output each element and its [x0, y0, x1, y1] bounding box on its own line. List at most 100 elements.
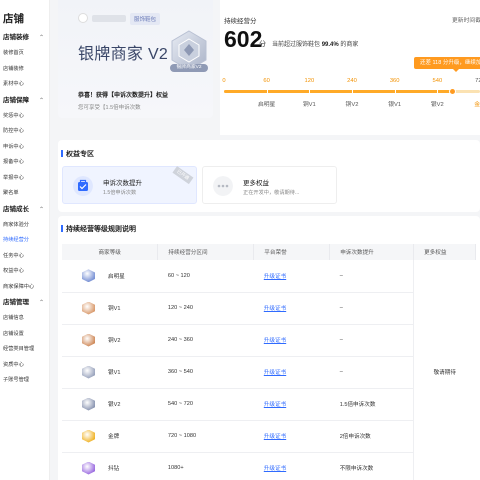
level-cell: 银V2 — [62, 388, 158, 421]
honor-cell: 升级证书 — [253, 452, 330, 480]
sidebar-item[interactable]: 素材中心 — [0, 77, 49, 93]
honor-cell: 升级证书 — [253, 292, 330, 325]
sidebar: 店铺 店铺装修 ⌃ 装修首页 店铺装修 素材中心 店铺保障 ⌃ 奖惩中心 防控中心 … — [0, 0, 50, 480]
score-range: 60 ~ 120 — [157, 260, 254, 293]
progress-tick-mark — [394, 89, 396, 94]
progress-tick-value: 0 — [222, 78, 226, 84]
table-row: 银V2 540 ~ 720 升级证书 1.5倍申诉次数 — [62, 388, 476, 421]
sidebar-item[interactable]: 报备中心 — [0, 155, 49, 171]
sidebar-item[interactable]: 权益中心 — [0, 264, 49, 280]
progress-tick-value: 540 — [432, 78, 443, 84]
progress-level-name: 铜V2 — [345, 102, 359, 108]
main-content: 服饰鞋包 银牌商家 V2 银牌商家V2 恭喜！获得【申诉次数提升】权益 您可享受… — [50, 0, 480, 480]
benefit-more-card[interactable]: 更多权益 正在开发中，敬请期待... — [202, 166, 337, 204]
table-row: 启明星 60 ~ 120 升级证书 – 敬请期待 — [62, 260, 476, 480]
score-range: 720 ~ 1080 — [157, 420, 254, 453]
appeal-boost: 不限申诉次数 — [329, 452, 414, 480]
score-percentile: 当前超过服饰鞋包 99.4% 的商家 — [272, 42, 359, 48]
sidebar-item[interactable]: 奖惩中心 — [0, 109, 49, 125]
level-title: 银牌商家 V2 — [78, 46, 169, 63]
congrats-message: 恭喜！获得【申诉次数提升】权益 — [78, 93, 169, 99]
sidebar-group-guarantee: 店铺保障 ⌃ 奖惩中心 防控中心 申诉中心 报备中心 举报中心 聚名单 — [0, 93, 49, 202]
more-benefit-cell: 敬请期待 — [413, 260, 476, 480]
certificate-link[interactable]: 升级证书 — [264, 338, 286, 344]
rules-section-title: 持续经营等级规则说明 — [61, 225, 136, 233]
certificate-link[interactable]: 升级证书 — [264, 402, 286, 408]
badge-label: 银牌商家V2 — [170, 64, 208, 72]
honor-cell: 升级证书 — [253, 420, 330, 453]
appeal-boost: – — [329, 324, 414, 357]
level-cell: 铜V1 — [62, 292, 158, 325]
level-cell: 启明星 — [62, 260, 158, 293]
level-name: 启明星 — [108, 273, 125, 280]
appeal-boost: 1.5倍申诉次数 — [329, 388, 414, 421]
level-badge-icon — [82, 365, 95, 379]
benefit-title: 更多权益 — [243, 180, 269, 187]
congrats-subtext: 您可享受【1.5倍申诉次数 — [78, 105, 141, 111]
sidebar-item[interactable]: 举报中心 — [0, 171, 49, 187]
honor-cell: 升级证书 — [253, 356, 330, 389]
certificate-link[interactable]: 升级证书 — [264, 434, 286, 440]
level-name: 铜V1 — [108, 306, 121, 312]
sidebar-item[interactable]: 资质中心 — [0, 358, 49, 374]
appeal-boost: – — [329, 292, 414, 325]
sidebar-item-active[interactable]: 持续经营分 — [0, 233, 49, 249]
level-badge-icon — [82, 461, 95, 475]
certificate-link[interactable]: 升级证书 — [264, 274, 286, 280]
appeal-boost: – — [329, 356, 414, 389]
level-name: 金牌 — [108, 434, 120, 440]
sidebar-item[interactable]: 聚名单 — [0, 186, 49, 202]
score-range: 120 ~ 240 — [157, 292, 254, 325]
sidebar-item[interactable]: 申诉中心 — [0, 140, 49, 156]
sidebar-item[interactable]: 商家体验分 — [0, 218, 49, 234]
benefit-subtitle: 正在开发中，敬请期待... — [243, 190, 300, 196]
level-name: 抖钻 — [108, 466, 120, 472]
sidebar-item[interactable]: 装修首页 — [0, 46, 49, 62]
sidebar-item[interactable]: 子账号管理 — [0, 373, 49, 389]
more-icon — [213, 176, 233, 196]
sidebar-group-label[interactable]: 店铺装修 ⌃ — [0, 30, 49, 46]
progress-fill — [224, 90, 453, 93]
benefit-appeal-card[interactable]: 申诉次数提升 1.5倍申诉次数 已开通 — [62, 166, 197, 204]
level-badge-icon — [82, 301, 95, 315]
shop-avatar — [78, 13, 88, 23]
score-range: 540 ~ 720 — [157, 388, 254, 421]
honor-cell: 升级证书 — [253, 324, 330, 357]
level-name: 银V2 — [108, 402, 121, 408]
sidebar-group-label[interactable]: 店铺保障 ⌃ — [0, 93, 49, 109]
sidebar-group-label[interactable]: 店铺成长 ⌃ — [0, 202, 49, 218]
progress-level-name: 银V1 — [388, 102, 402, 108]
sidebar-item[interactable]: 任务中心 — [0, 249, 49, 265]
honor-cell: 升级证书 — [253, 260, 330, 293]
certificate-link[interactable]: 升级证书 — [264, 466, 286, 472]
score-range: 360 ~ 540 — [157, 356, 254, 389]
sidebar-group-label[interactable]: 店铺管理 ⌃ — [0, 295, 49, 311]
progress-level-name: 铜V1 — [302, 102, 316, 108]
level-cell: 铜V2 — [62, 324, 158, 357]
sidebar-item[interactable]: 防控中心 — [0, 124, 49, 140]
table-row: 铜V1 120 ~ 240 升级证书 – — [62, 292, 476, 325]
upgrade-tip: 还差 118 分升级，继续加油哦 — [414, 57, 480, 72]
column-header: 持续经营分区间 — [157, 244, 255, 260]
progress-tick-value: 240 — [347, 78, 357, 84]
benefit-section: 权益专区 申诉次数提升 1.5倍申诉次数 已开通 更多权益 正在开发中，敬请期待… — [58, 140, 480, 212]
progress-level-name: 金牌 — [474, 102, 480, 108]
sidebar-group-growth: 店铺成长 ⌃ 商家体验分 持续经营分 任务中心 权益中心 商家保障中心 — [0, 202, 49, 296]
progress-level-name: 银V2 — [430, 102, 444, 108]
progress-tick-mark — [309, 89, 311, 94]
appeal-boost: – — [329, 260, 414, 293]
sidebar-item[interactable]: 店铺信息 — [0, 311, 49, 327]
sidebar-item[interactable]: 商家保障中心 — [0, 280, 49, 296]
level-cell: 抖钻 — [62, 452, 158, 480]
certificate-link[interactable]: 升级证书 — [264, 370, 286, 376]
sidebar-item[interactable]: 经营类目管理 — [0, 342, 49, 358]
level-badge-icon — [82, 429, 95, 443]
certificate-link[interactable]: 升级证书 — [264, 306, 286, 312]
sidebar-item[interactable]: 店铺装修 — [0, 62, 49, 78]
shop-name-redacted — [92, 15, 126, 22]
score-value: 602 — [224, 26, 263, 52]
update-time: 更新时间截至：20 — [452, 18, 480, 24]
sidebar-item[interactable]: 店铺设置 — [0, 327, 49, 343]
column-header: 更多权益 — [413, 244, 476, 260]
table-row: 金牌 720 ~ 1080 升级证书 2倍申诉次数 — [62, 420, 476, 453]
